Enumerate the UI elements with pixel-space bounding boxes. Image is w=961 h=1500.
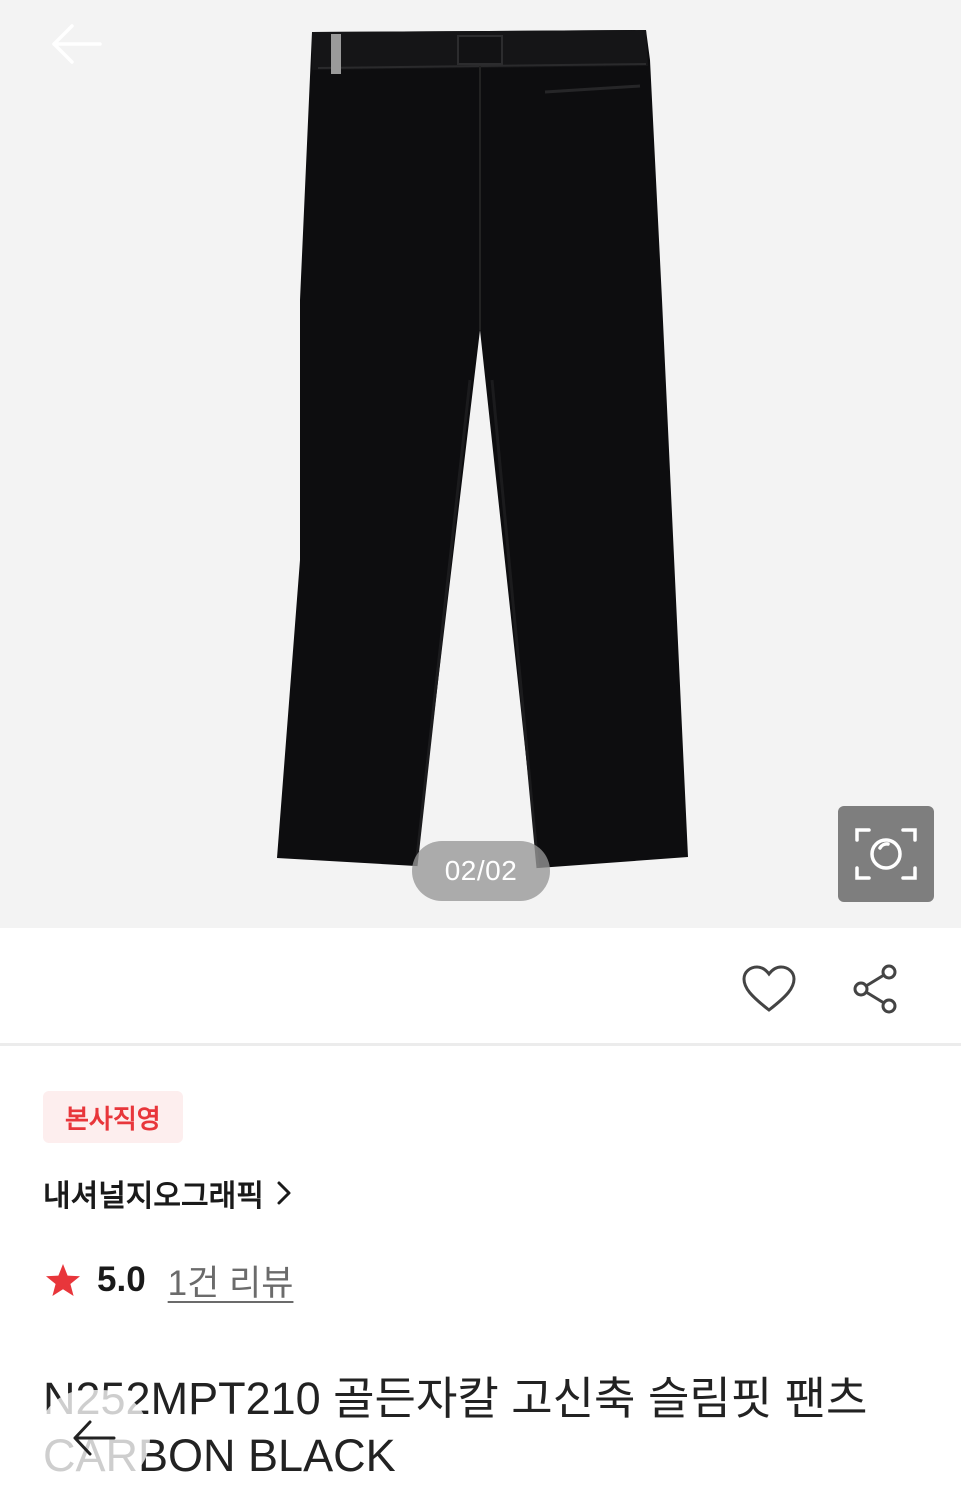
arrow-left-icon: [52, 24, 102, 64]
official-store-badge: 본사직영: [43, 1091, 183, 1143]
image-search-button[interactable]: [838, 806, 934, 902]
heart-outline-icon: [742, 965, 796, 1012]
wishlist-button[interactable]: [738, 958, 800, 1020]
product-action-bar: [0, 928, 961, 1046]
rating-row: 5.0 1건 리뷰: [45, 1252, 293, 1308]
share-button[interactable]: [845, 958, 907, 1020]
arrow-left-icon: [73, 1420, 116, 1456]
brand-name: 내셔널지오그래픽: [43, 1180, 264, 1213]
product-image: [277, 30, 688, 869]
brand-link[interactable]: 내셔널지오그래픽: [43, 1168, 292, 1218]
image-page-indicator: 02/02: [412, 841, 550, 901]
chevron-right-icon: [277, 1181, 291, 1205]
camera-scan-icon: [855, 828, 917, 880]
product-detail-page: 02/02 본사직영 내셔널지오그래픽 5.0 1건 리뷰 N252MPT210…: [0, 0, 961, 1500]
rating-score: 5.0: [97, 1260, 146, 1299]
floating-back-button[interactable]: [38, 1390, 150, 1486]
product-image-gallery[interactable]: 02/02: [0, 0, 961, 928]
back-button[interactable]: [36, 14, 116, 74]
star-icon: [46, 1264, 80, 1296]
product-title: N252MPT210 골든자칼 고신축 슬림핏 팬츠 CARBON BLACK: [43, 1373, 868, 1481]
share-icon: [853, 964, 897, 1014]
review-count-link[interactable]: 1건 리뷰: [168, 1255, 294, 1306]
